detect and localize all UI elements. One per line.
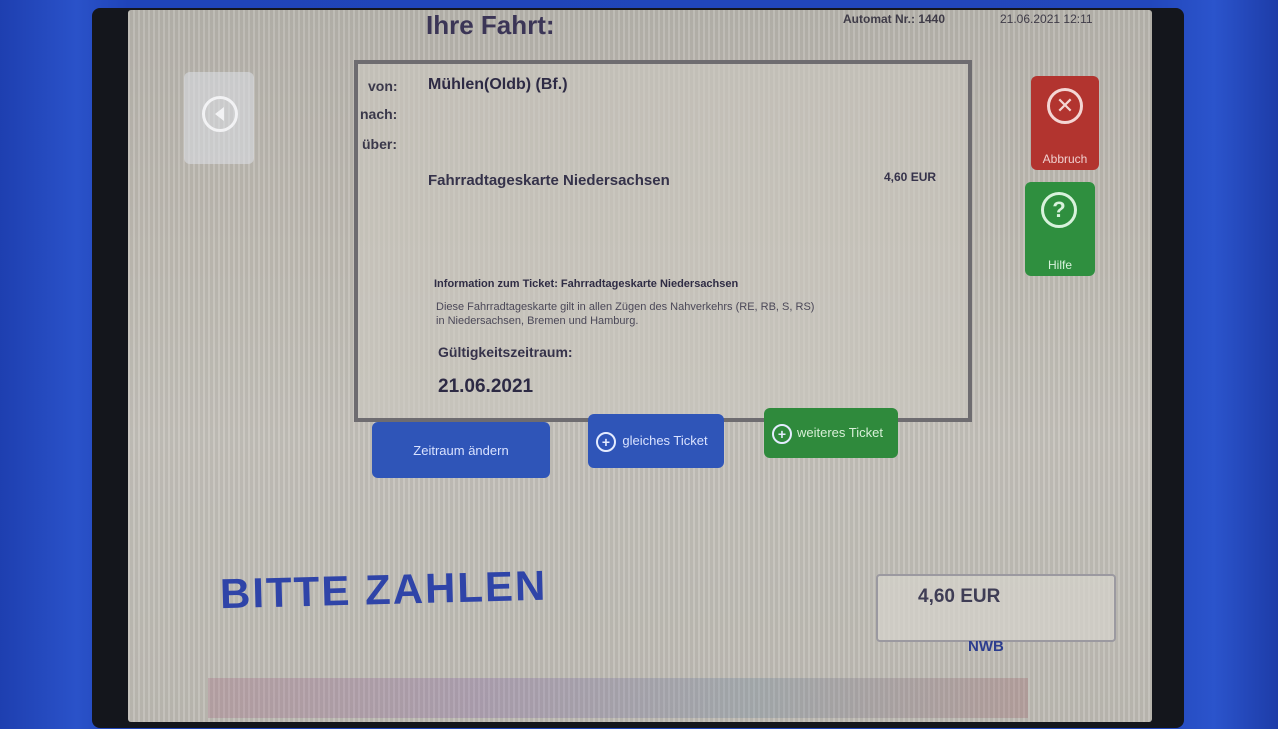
to-label: nach: xyxy=(360,106,398,122)
change-period-button[interactable]: Zeitraum ändern xyxy=(372,422,550,478)
same-ticket-button[interactable]: + gleiches Ticket xyxy=(588,414,724,468)
plus-icon: + xyxy=(596,432,616,452)
validity-label: Gültigkeitszeitraum: xyxy=(438,344,573,360)
payment-prompt: BITTE ZAHLEN xyxy=(219,561,548,618)
amount-display xyxy=(876,574,1116,642)
plus-icon: + xyxy=(772,424,792,444)
ticket-info-text: Diese Fahrradtageskarte gilt in allen Zü… xyxy=(436,301,815,327)
touch-screen: Ihre Fahrt: Automat Nr.: 1440 21.06.2021… xyxy=(128,10,1152,722)
from-label: von: xyxy=(368,78,398,94)
cancel-button[interactable]: ✕ Abbruch xyxy=(1031,76,1099,170)
validity-date: 21.06.2021 xyxy=(438,376,534,397)
help-label: Hilfe xyxy=(1047,258,1072,272)
accepted-payments-strip xyxy=(208,678,1028,718)
payment-logo: NWB xyxy=(968,638,1004,655)
cancel-label: Abbruch xyxy=(1042,152,1088,166)
help-button[interactable]: ? Hilfe xyxy=(1025,182,1095,276)
same-ticket-label: gleiches Ticket xyxy=(622,433,708,448)
journey-panel xyxy=(354,60,972,422)
change-period-label: Zeitraum ändern xyxy=(413,442,509,458)
from-station: Mühlen(Oldb) (Bf.) xyxy=(428,76,568,93)
ticket-info-heading: Information zum Ticket: Fahrradtageskart… xyxy=(434,278,739,290)
another-ticket-label: weiteres Ticket xyxy=(797,425,883,440)
back-arrow-icon xyxy=(202,96,238,132)
ticket-name: Fahrradtageskarte Niedersachsen xyxy=(428,172,670,189)
close-icon: ✕ xyxy=(1047,88,1083,124)
amount-due: 4,60 EUR xyxy=(918,586,1001,607)
datetime: 21.06.2021 12:11 xyxy=(1000,12,1093,26)
back-button[interactable] xyxy=(184,72,254,164)
page-title: Ihre Fahrt: xyxy=(426,10,555,40)
ticket-price: 4,60 EUR xyxy=(884,170,937,184)
question-icon: ? xyxy=(1041,192,1077,228)
machine-number: Automat Nr.: 1440 xyxy=(843,12,946,26)
via-label: über: xyxy=(362,136,397,152)
another-ticket-button[interactable]: + weiteres Ticket xyxy=(764,408,898,458)
